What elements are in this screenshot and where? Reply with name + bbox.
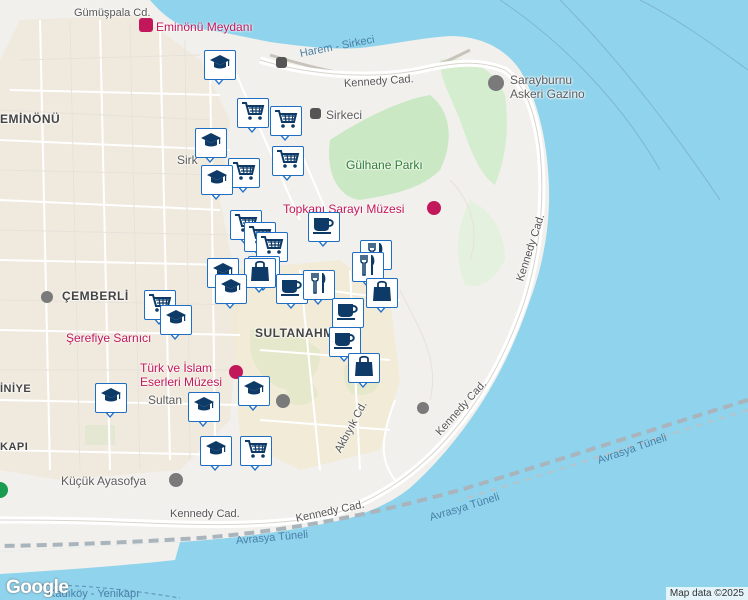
map-marker-cart[interactable] xyxy=(237,98,269,134)
cup-icon xyxy=(333,330,357,355)
label-sirkeci: Sirkeci xyxy=(326,108,363,122)
school-icon xyxy=(100,387,122,410)
label-turk-islam-2: Eserleri Müzesi xyxy=(140,375,223,389)
map-marker-cart[interactable] xyxy=(270,106,302,142)
cart-icon xyxy=(274,109,298,134)
school-icon xyxy=(209,54,231,77)
label-serefiye: Şerefiye Sarnıcı xyxy=(66,331,152,345)
cup-icon xyxy=(312,215,336,240)
label-eminonu-meydani: Eminönü Meydanı xyxy=(156,20,253,34)
school-icon xyxy=(165,309,187,332)
label-askeri-gazino: Askeri Gazino xyxy=(510,87,585,101)
school-icon xyxy=(243,380,265,403)
map-marker-cart[interactable] xyxy=(240,436,272,472)
map-attribution[interactable]: Map data ©2025 xyxy=(665,587,748,600)
map-marker-school[interactable] xyxy=(188,392,220,428)
cart-icon xyxy=(276,149,300,174)
label-kapi: KAPI xyxy=(0,441,29,453)
map-marker-shopping-bag[interactable] xyxy=(244,258,276,294)
cup-icon xyxy=(280,277,304,302)
label-kucuk-ayasofya: Küçük Ayasofya xyxy=(61,474,147,488)
label-gumuspala: Gümüşpala Cd. xyxy=(74,7,151,19)
map-marker-school[interactable] xyxy=(204,50,236,86)
map-marker-restaurant[interactable] xyxy=(303,270,335,306)
school-icon xyxy=(220,278,242,301)
label-iniye: İNİYE xyxy=(0,383,32,395)
map-marker-school[interactable] xyxy=(95,383,127,419)
school-icon xyxy=(206,169,228,192)
label-kennedy-left: Kennedy Cad. xyxy=(170,508,240,520)
map-marker-school[interactable] xyxy=(195,128,227,164)
restaurant-icon xyxy=(358,254,378,281)
label-cemberli: ÇEMBERLİ xyxy=(62,289,129,303)
cart-icon xyxy=(244,439,268,464)
cart-icon xyxy=(241,101,265,126)
label-topkapi: Topkapı Sarayı Müzesi xyxy=(283,202,405,216)
cart-icon xyxy=(232,161,256,186)
cup-icon xyxy=(336,301,360,326)
map-marker-cup[interactable] xyxy=(308,212,340,248)
map-marker-school[interactable] xyxy=(238,376,270,412)
school-icon xyxy=(200,132,222,155)
shopping-bag-icon xyxy=(250,260,270,287)
shopping-bag-icon xyxy=(354,355,374,382)
shopping-bag-icon xyxy=(372,280,392,307)
restaurant-icon xyxy=(309,272,329,299)
map-marker-school[interactable] xyxy=(215,274,247,310)
label-sultan: Sultan xyxy=(148,393,183,407)
label-eminonu: EMİNÖNÜ xyxy=(0,112,61,126)
school-icon xyxy=(205,440,227,463)
label-turk-islam-1: Türk ve İslam xyxy=(140,361,213,375)
google-logo[interactable]: Google xyxy=(6,577,69,599)
map-marker-cart[interactable] xyxy=(272,146,304,182)
map-marker-shopping-bag[interactable] xyxy=(366,278,398,314)
map-marker-school[interactable] xyxy=(200,436,232,472)
map-marker-school[interactable] xyxy=(160,305,192,341)
label-sarayburnu: Sarayburnu xyxy=(510,73,573,87)
label-gulhane: Gülhane Parkı xyxy=(346,158,423,172)
school-icon xyxy=(193,396,215,419)
map-marker-school[interactable] xyxy=(201,165,233,201)
map-marker-shopping-bag[interactable] xyxy=(348,353,380,389)
